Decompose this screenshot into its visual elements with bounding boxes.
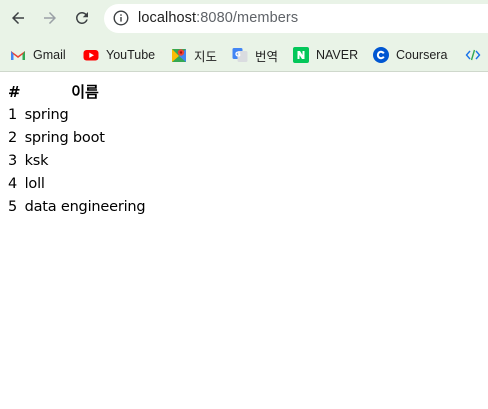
bookmark-label: Coursera — [396, 48, 448, 62]
table-header-row: # 이름 — [7, 82, 146, 103]
member-id: 4 — [8, 176, 18, 192]
code-icon — [465, 49, 481, 61]
gmail-icon — [11, 51, 25, 60]
member-name: loll — [24, 176, 45, 192]
reload-button[interactable] — [71, 7, 93, 29]
back-button[interactable] — [7, 7, 29, 29]
table-row: 4 loll — [7, 174, 146, 195]
member-id: 2 — [8, 130, 18, 146]
bookmark-maps[interactable]: 지도 — [171, 46, 217, 64]
bookmark-label: YouTube — [106, 48, 156, 62]
member-name: spring — [24, 107, 69, 123]
arrow-right-icon — [44, 12, 56, 24]
member-id: 5 — [8, 199, 18, 215]
bookmark-naver[interactable]: NAVER — [293, 46, 358, 64]
table-row: 5 data engineering — [7, 197, 146, 218]
arrow-left-icon — [12, 12, 24, 24]
column-header-name: 이름 — [71, 83, 99, 101]
bookmarks-bar: Gmail YouTube 지도 G 번역 NAVER Coursera — [0, 40, 488, 70]
coursera-icon — [373, 47, 389, 63]
member-name: spring boot — [24, 130, 105, 146]
browser-toolbar: localhost:8080/members — [0, 0, 488, 37]
member-id: 1 — [8, 107, 18, 123]
bookmark-label: Gmail — [33, 48, 66, 62]
url-text[interactable]: localhost:8080/members — [138, 10, 298, 27]
svg-text:G: G — [235, 51, 241, 59]
url-path: :8080/members — [196, 10, 299, 26]
bookmark-label: 번역 — [255, 49, 279, 64]
site-info-icon[interactable] — [113, 10, 129, 26]
member-id: 3 — [8, 153, 18, 169]
youtube-icon — [83, 50, 99, 61]
translate-icon: G — [232, 48, 248, 62]
forward-button[interactable] — [39, 7, 61, 29]
member-name: ksk — [24, 153, 49, 169]
page-content: # 이름 1 spring 2 spring boot 3 ksk 4 loll — [0, 72, 488, 409]
url-host: localhost — [138, 10, 197, 26]
column-header-id: # — [8, 83, 21, 101]
bookmark-translate[interactable]: G 번역 — [232, 46, 278, 64]
bookmark-label: NAVER — [316, 48, 359, 62]
address-bar[interactable]: localhost:8080/members — [104, 4, 488, 33]
maps-icon — [172, 49, 186, 62]
members-table: # 이름 1 spring 2 spring boot 3 ksk 4 loll — [5, 80, 148, 220]
bookmark-label: 지도 — [194, 49, 218, 64]
bookmark-overflow[interactable] — [465, 46, 488, 64]
table-row: 1 spring — [7, 105, 146, 126]
bookmark-youtube[interactable]: YouTube — [83, 46, 155, 64]
bookmark-coursera[interactable]: Coursera — [373, 46, 447, 64]
naver-icon — [293, 47, 309, 63]
browser-chrome: localhost:8080/members Gmail YouTube 지도 … — [0, 0, 488, 72]
reload-icon — [75, 11, 88, 24]
bookmark-gmail[interactable]: Gmail — [10, 46, 66, 64]
table-row: 2 spring boot — [7, 128, 146, 149]
table-row: 3 ksk — [7, 151, 146, 172]
member-name: data engineering — [24, 199, 146, 215]
